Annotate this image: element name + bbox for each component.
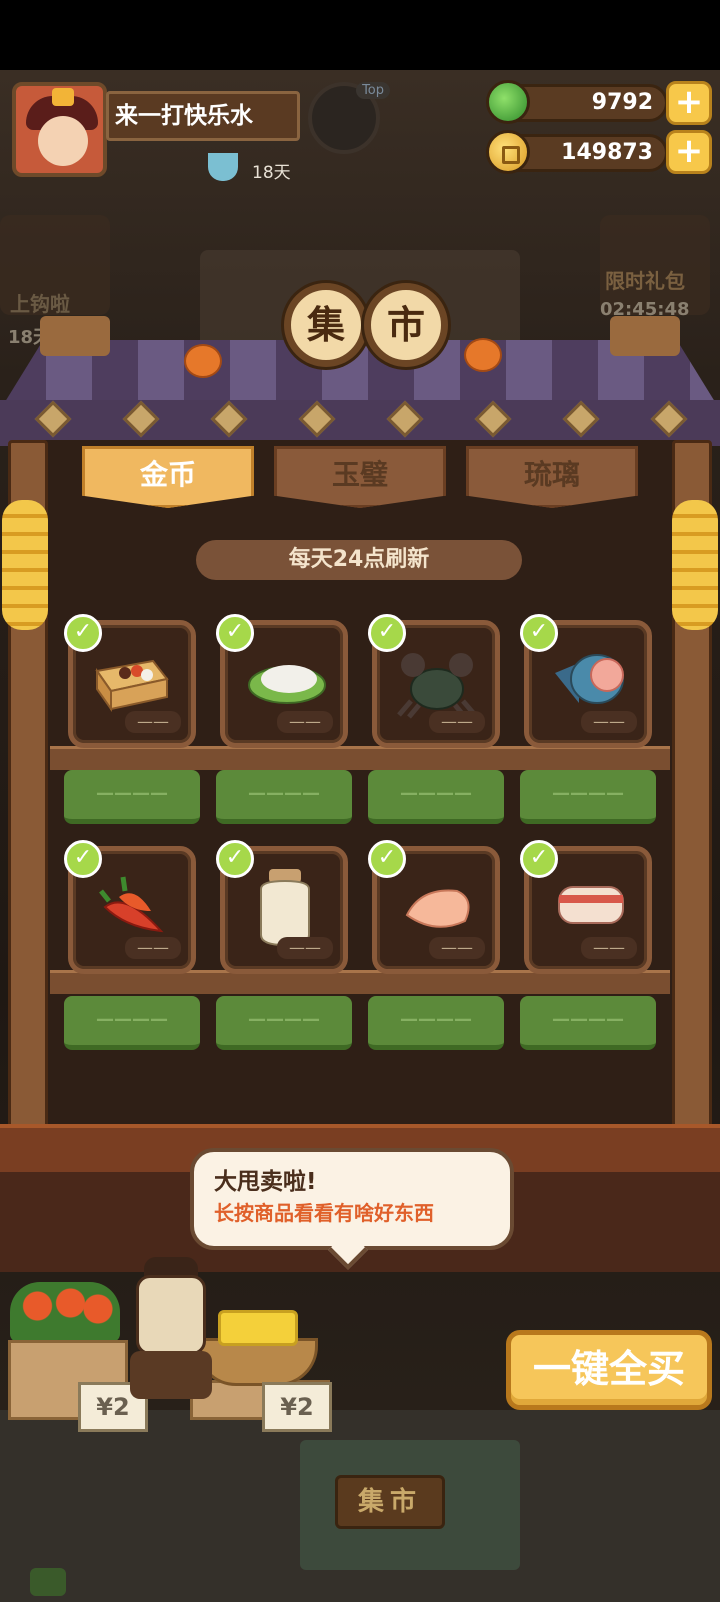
check-icon: ✓: [368, 840, 406, 878]
item-count: ——: [429, 937, 485, 959]
check-icon: ✓: [368, 614, 406, 652]
limited-pack-label: 限时礼包: [605, 269, 685, 293]
roof-corner-left: [40, 316, 110, 356]
buy-price-button[interactable]: ————: [64, 996, 200, 1050]
item-count: ——: [581, 711, 637, 733]
refresh-notice: 每天24点刷新: [196, 540, 522, 580]
buy-price-button[interactable]: ————: [520, 996, 656, 1050]
market-sign[interactable]: 集市: [335, 1475, 445, 1529]
shelf: [50, 746, 670, 770]
add-gold-button[interactable]: +: [666, 130, 712, 174]
buy-all-button[interactable]: 一键全买: [506, 1330, 712, 1410]
crab-icon: [397, 653, 477, 719]
fish-icon: [555, 654, 624, 704]
market-title-char: 市: [364, 283, 448, 367]
vendor-face: [136, 1275, 206, 1355]
item-count: ——: [125, 711, 181, 733]
check-icon: ✓: [216, 840, 254, 878]
player-name: 来一打快乐水: [106, 91, 300, 141]
login-days: 18天: [252, 163, 291, 183]
buy-price-button[interactable]: ————: [368, 996, 504, 1050]
vendor-price-tag: ¥2: [262, 1382, 332, 1432]
check-icon: ✓: [520, 840, 558, 878]
tomato-pile-icon: [10, 1282, 120, 1342]
tab-gold-coin[interactable]: 金币: [82, 446, 254, 508]
rank-badge-label: Top: [356, 82, 390, 99]
market-title-char: 集: [284, 283, 368, 367]
fishing-event-label: 上钩啦: [10, 292, 70, 316]
check-icon: ✓: [216, 614, 254, 652]
jade-icon: [486, 80, 530, 124]
corn-decoration: [2, 500, 48, 630]
bento-box-icon: [95, 659, 169, 713]
item-count: ——: [125, 937, 181, 959]
persimmon-decoration: [464, 338, 502, 372]
persimmon-decoration: [184, 344, 222, 378]
bottom-left-button[interactable]: [30, 1568, 66, 1596]
item-count: ——: [429, 711, 485, 733]
add-jade-button[interactable]: +: [666, 81, 712, 125]
check-icon: ✓: [64, 840, 102, 878]
vendor-character[interactable]: [120, 1255, 220, 1399]
tab-glass[interactable]: 琉璃: [466, 446, 638, 508]
corn-decoration: [672, 500, 718, 630]
bowl-icon: [208, 153, 238, 181]
rank-badge-button[interactable]: Top: [308, 82, 390, 154]
buy-price-button[interactable]: ————: [216, 996, 352, 1050]
vendor-body: [130, 1351, 212, 1399]
buy-price-button[interactable]: ————: [64, 770, 200, 824]
item-count: ——: [277, 937, 333, 959]
buy-price-button[interactable]: ————: [368, 770, 504, 824]
chili-pepper-icon: [99, 876, 164, 933]
chicken-breast-icon: [405, 889, 470, 928]
item-count: ——: [581, 937, 637, 959]
roof-corner-right: [610, 316, 680, 356]
item-count: ——: [277, 711, 333, 733]
speech-title: 大甩卖啦!: [214, 1169, 317, 1195]
gold-coin-icon: [486, 130, 530, 174]
buy-price-button[interactable]: ————: [520, 770, 656, 824]
pork-belly-icon: [558, 886, 624, 924]
speech-hint: 长按商品看看有啥好东西: [214, 1201, 434, 1225]
butter-block-icon: [218, 1310, 298, 1346]
speech-bubble: 大甩卖啦! 长按商品看看有啥好东西: [190, 1148, 514, 1250]
tab-jade[interactable]: 玉璧: [274, 446, 446, 508]
check-icon: ✓: [64, 614, 102, 652]
status-bar: [0, 0, 720, 70]
avatar-face: [38, 116, 88, 166]
rice-leaf-icon: [248, 665, 326, 704]
avatar-crown: [52, 88, 74, 106]
buy-price-button[interactable]: ————: [216, 770, 352, 824]
check-icon: ✓: [520, 614, 558, 652]
player-avatar[interactable]: [12, 82, 107, 177]
